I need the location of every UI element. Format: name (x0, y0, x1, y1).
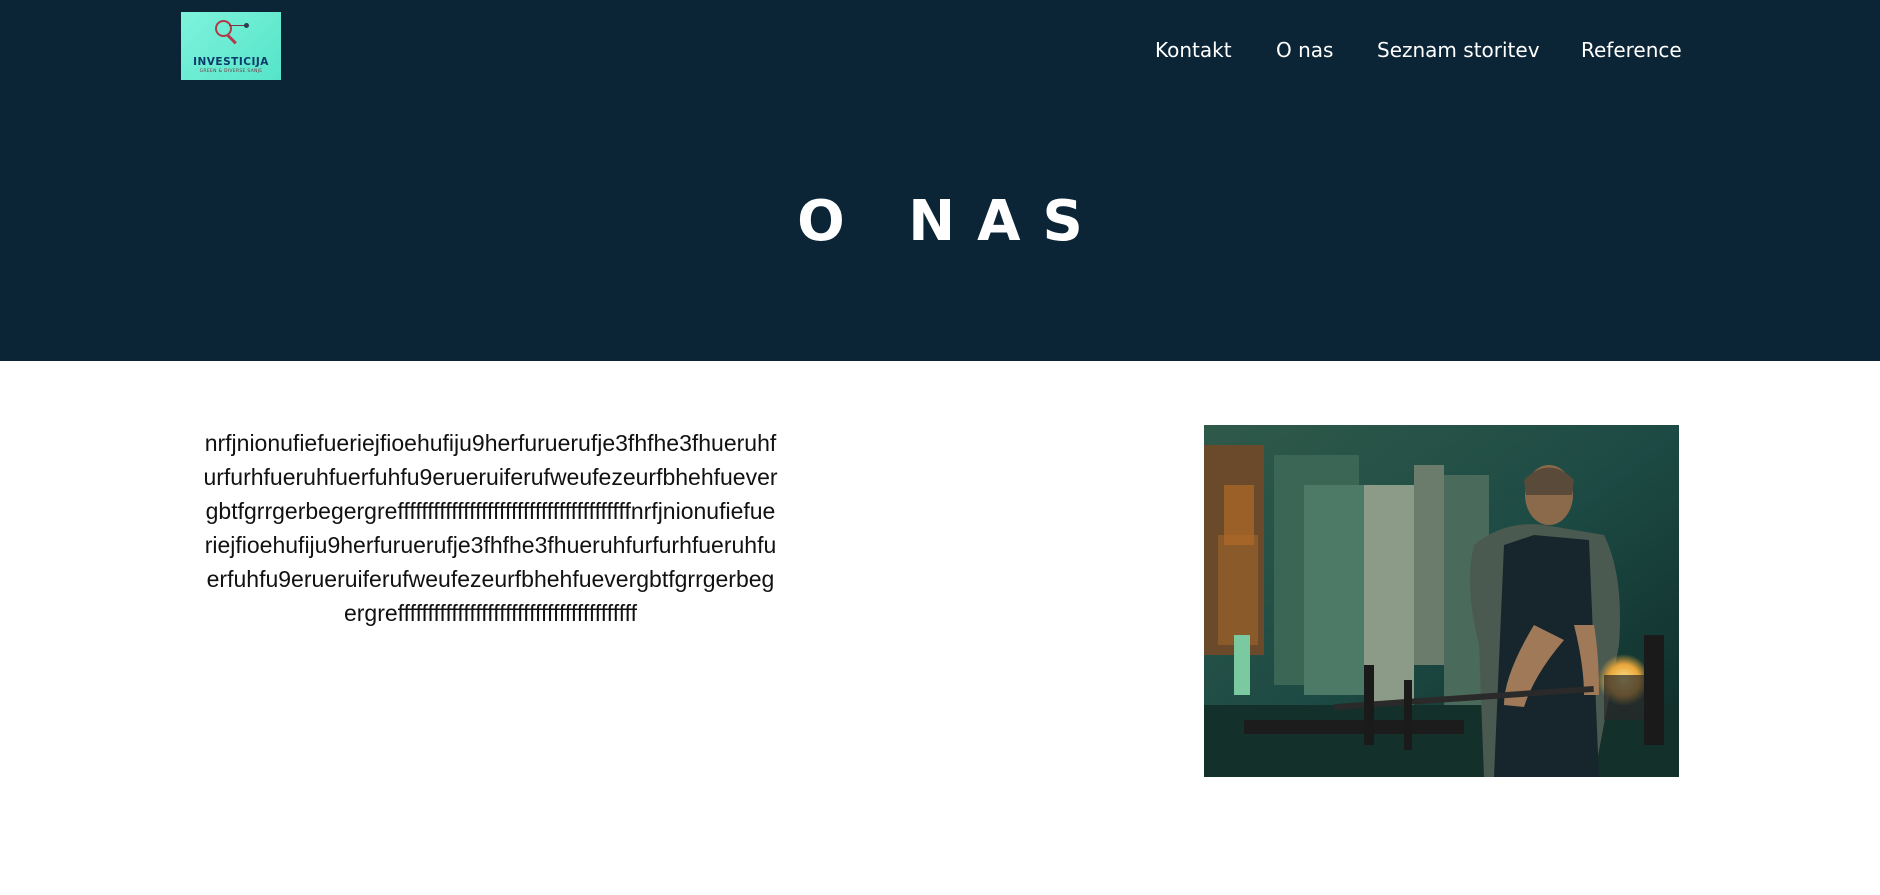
nav-link-reference[interactable]: Reference (1581, 36, 1682, 64)
logo-tagline: GREEN & DIVERSE SANJE (199, 69, 263, 74)
nav-link-o-nas[interactable]: O nas (1276, 36, 1333, 64)
about-paragraph: nrfjnionufiefueriejfioehufiju9herfurueru… (203, 430, 778, 626)
magnifier-icon (181, 12, 281, 46)
page-title: O NAS (797, 189, 1105, 254)
nav-link-kontakt[interactable]: Kontakt (1155, 36, 1232, 64)
glassblower-photo (1204, 425, 1679, 777)
page-header: INVESTICIJA GREEN & DIVERSE SANJE Kontak… (0, 0, 1880, 361)
site-logo[interactable]: INVESTICIJA GREEN & DIVERSE SANJE (181, 12, 281, 80)
nav-link-seznam-storitev[interactable]: Seznam storitev (1377, 36, 1540, 64)
logo-wordmark: INVESTICIJA (193, 56, 269, 68)
